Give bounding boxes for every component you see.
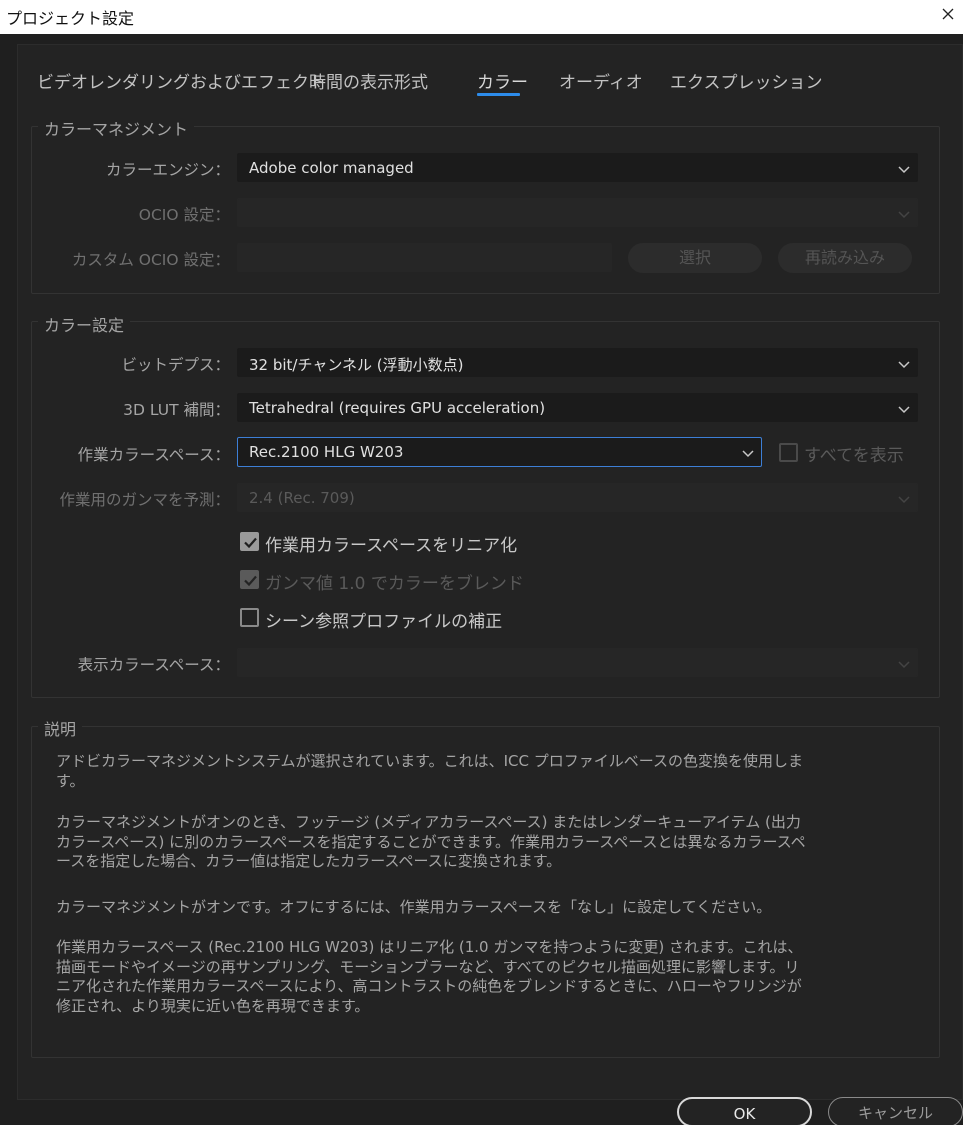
color-engine-select[interactable]: Adobe color managed	[237, 153, 918, 182]
chevron-down-icon	[897, 401, 911, 415]
gamma-label: 作業用のガンマを予測：	[59, 491, 230, 509]
active-tab-indicator	[477, 93, 520, 96]
checkmark-icon	[244, 575, 257, 587]
show-all-checkbox[interactable]	[779, 443, 798, 462]
bit-depth-select[interactable]: 32 bit/チャンネル (浮動小数点)	[237, 348, 918, 377]
show-all-label: すべてを表示	[804, 446, 904, 466]
color-engine-value: Adobe color managed	[249, 159, 414, 177]
description-paragraph-4: 作業用カラースペース (Rec.2100 HLG W203) はリニア化 (1.…	[56, 938, 803, 1015]
blend-gamma-label: ガンマ値 1.0 でカラーをブレンド	[265, 574, 524, 594]
description-paragraph-2: カラーマネジメントがオンのとき、フッテージ (メディアカラースペース) またはレ…	[56, 813, 806, 870]
working-space-select[interactable]: Rec.2100 HLG W203	[237, 437, 762, 467]
close-icon[interactable]	[937, 2, 959, 26]
chevron-down-icon	[897, 656, 911, 670]
linearize-checkbox[interactable]	[240, 532, 259, 551]
tab-color[interactable]: カラー	[477, 68, 528, 93]
gamma-select[interactable]: 2.4 (Rec. 709)	[237, 483, 918, 512]
select-button[interactable]: 選択	[628, 243, 762, 273]
description-paragraph-1: アドビカラーマネジメントシステムが選択されています。これは、ICC プロファイル…	[56, 752, 803, 790]
custom-ocio-input[interactable]	[237, 243, 612, 272]
description-title: 説明	[38, 716, 83, 740]
color-management-title: カラーマネジメント	[38, 116, 195, 140]
linearize-label: 作業用カラースペースをリニア化	[265, 536, 518, 556]
lut-interpolation-value: Tetrahedral (requires GPU acceleration)	[249, 399, 546, 417]
custom-ocio-label: カスタム OCIO 設定：	[71, 251, 230, 269]
tab-time-display[interactable]: 時間の表示形式	[309, 68, 428, 93]
lut-interpolation-select[interactable]: Tetrahedral (requires GPU acceleration)	[237, 393, 918, 422]
chevron-down-icon	[897, 206, 911, 220]
tab-video-rendering[interactable]: ビデオレンダリングおよびエフェクト	[37, 68, 326, 93]
scene-referred-checkbox[interactable]	[240, 608, 259, 627]
chevron-down-icon	[897, 161, 911, 175]
gamma-value: 2.4 (Rec. 709)	[249, 489, 355, 507]
color-engine-label: カラーエンジン：	[105, 161, 230, 179]
description-paragraph-3: カラーマネジメントがオンです。オフにするには、作業用カラースペースを「なし」に設…	[56, 898, 772, 916]
chevron-down-icon	[897, 356, 911, 370]
window-title: プロジェクト設定	[6, 9, 135, 28]
checkmark-icon	[244, 537, 257, 549]
color-settings-title: カラー設定	[38, 312, 131, 336]
scene-referred-label: シーン参照プロファイルの補正	[265, 612, 503, 632]
chevron-down-icon	[741, 445, 755, 459]
blend-gamma-checkbox[interactable]	[240, 570, 259, 589]
chevron-down-icon	[897, 491, 911, 505]
title-bar: プロジェクト設定	[0, 0, 963, 34]
bit-depth-value: 32 bit/チャンネル (浮動小数点)	[249, 356, 464, 374]
ocio-config-label: OCIO 設定：	[138, 206, 230, 224]
working-space-label: 作業カラースペース：	[77, 446, 230, 464]
dialog-content: ビデオレンダリングおよびエフェクト 時間の表示形式 カラー オーディオ エクスプ…	[0, 34, 963, 1125]
working-space-value: Rec.2100 HLG W203	[249, 443, 404, 461]
display-space-label: 表示カラースペース：	[77, 656, 230, 674]
ocio-config-select[interactable]	[237, 198, 918, 227]
ok-button[interactable]: OK	[677, 1097, 812, 1125]
bit-depth-label: ビットデプス：	[121, 356, 230, 374]
tab-audio[interactable]: オーディオ	[559, 68, 643, 93]
display-space-select[interactable]	[237, 648, 918, 677]
reload-button[interactable]: 再読み込み	[778, 243, 912, 273]
cancel-button[interactable]: キャンセル	[828, 1097, 963, 1125]
lut-interpolation-label: 3D LUT 補間：	[123, 401, 230, 419]
tab-expressions[interactable]: エクスプレッション	[670, 68, 823, 93]
